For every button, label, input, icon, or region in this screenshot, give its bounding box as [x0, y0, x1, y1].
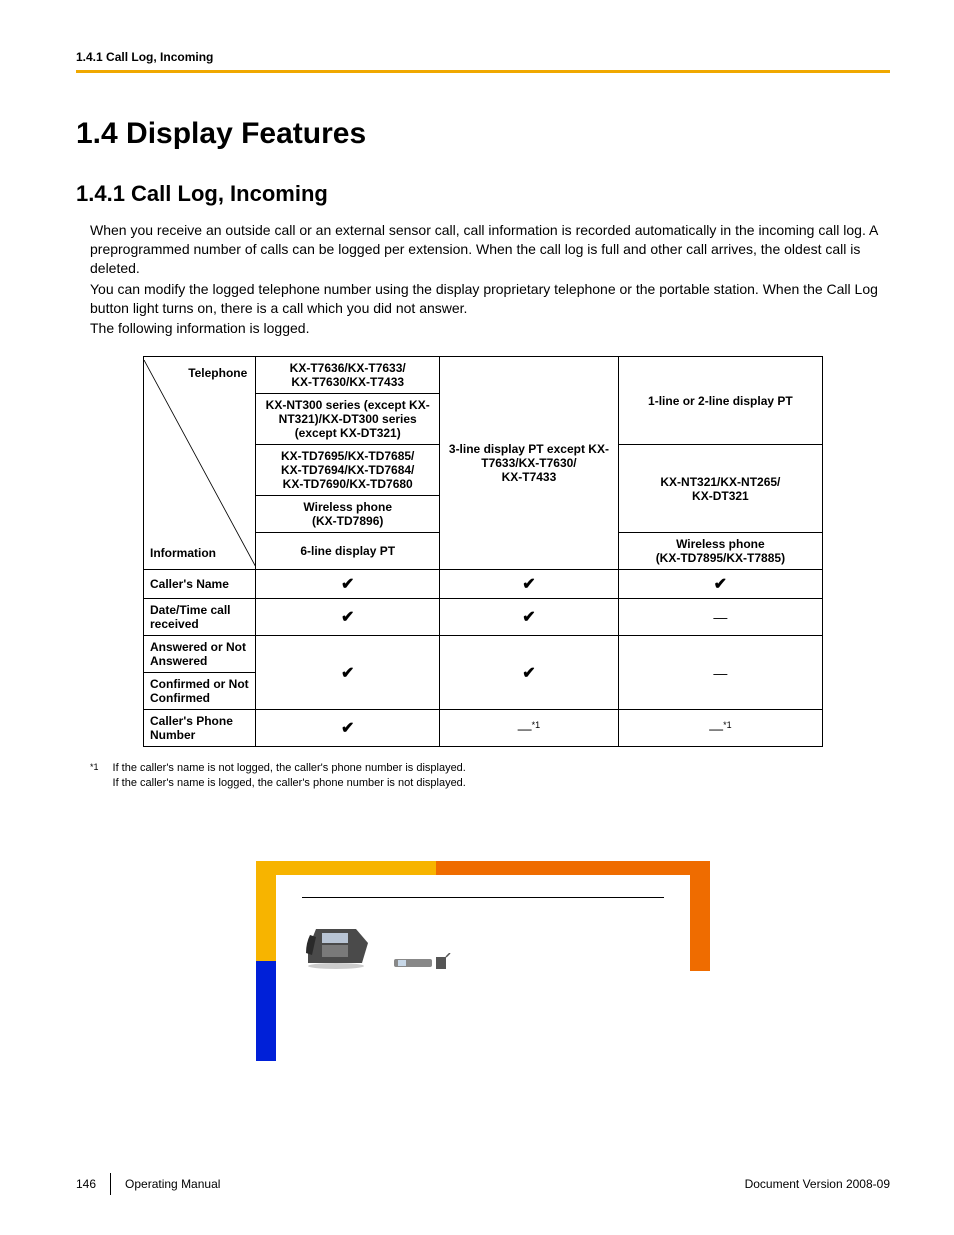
- diag-label-bottom: Information: [150, 546, 216, 560]
- table-row-label: Date/Time call received: [144, 599, 256, 636]
- table-row: Answered or Not Answered ✔ ✔ —: [144, 636, 823, 673]
- table-header-cell: KX-T7636/KX-T7633/ KX-T7630/KX-T7433: [256, 357, 440, 394]
- dash-star-icon: —*1: [618, 710, 822, 747]
- page-number: 146: [76, 1177, 96, 1191]
- subsection-title: 1.4.1 Call Log, Incoming: [76, 181, 890, 207]
- table-row: Caller's Phone Number ✔ —*1 —*1: [144, 710, 823, 747]
- check-icon: ✔: [256, 710, 440, 747]
- header-rule: [76, 70, 890, 73]
- table-row: Date/Time call received ✔ ✔ —: [144, 599, 823, 636]
- manual-title: Operating Manual: [125, 1177, 220, 1191]
- check-icon: ✔: [256, 636, 440, 710]
- page-footer: 146 Operating Manual Document Version 20…: [76, 1173, 890, 1195]
- footnote-line: If the caller's name is logged, the call…: [113, 777, 466, 789]
- document-version: Document Version 2008-09: [745, 1177, 890, 1191]
- table-row-label: Answered or Not Answered: [144, 636, 256, 673]
- table-header-cell: KX-NT321/KX-NT265/ KX-DT321: [618, 445, 822, 533]
- info-table: Telephone Information KX-T7636/KX-T7633/…: [143, 356, 823, 747]
- decor-bar: [256, 861, 436, 875]
- paragraph: The following information is logged.: [90, 319, 890, 338]
- section-title: 1.4 Display Features: [76, 117, 890, 151]
- diag-label-top: Telephone: [188, 366, 247, 380]
- footer-divider: [110, 1173, 111, 1195]
- table-row-label: Caller's Name: [144, 570, 256, 599]
- footnote-marker: *1: [90, 761, 99, 791]
- decor-bar: [436, 861, 710, 875]
- footnote-line: If the caller's name is not logged, the …: [113, 762, 466, 774]
- decor-bar: [256, 961, 276, 1061]
- diagonal-line-icon: [144, 360, 255, 566]
- body-text: When you receive an outside call or an e…: [90, 221, 890, 338]
- table-row-label: Confirmed or Not Confirmed: [144, 673, 256, 710]
- table-row: Caller's Name ✔ ✔ ✔: [144, 570, 823, 599]
- dash-icon: —: [618, 599, 822, 636]
- decor-rule: [302, 897, 664, 898]
- running-header: 1.4.1 Call Log, Incoming: [76, 50, 890, 64]
- table-header-cell: 3-line display PT except KX-T7633/KX-T76…: [440, 357, 619, 570]
- check-icon: ✔: [440, 599, 619, 636]
- check-icon: ✔: [256, 599, 440, 636]
- paragraph: When you receive an outside call or an e…: [90, 221, 890, 278]
- table-diagonal-header: Telephone Information: [144, 357, 256, 570]
- paragraph: You can modify the logged telephone numb…: [90, 280, 890, 318]
- table-header-cell: 1-line or 2-line display PT: [618, 357, 822, 445]
- table-header-cell: KX-NT300 series (except KX-NT321)/KX-DT3…: [256, 394, 440, 445]
- table-header-cell: 6-line display PT: [256, 533, 440, 570]
- table-row-label: Caller's Phone Number: [144, 710, 256, 747]
- table-header-cell: Wireless phone (KX-TD7895/KX-T7885): [618, 533, 822, 570]
- table-header-cell: KX-TD7695/KX-TD7685/ KX-TD7694/KX-TD7684…: [256, 445, 440, 496]
- check-icon: ✔: [440, 636, 619, 710]
- footnote: *1 If the caller's name is not logged, t…: [90, 761, 890, 791]
- dash-icon: —: [618, 636, 822, 710]
- check-icon: ✔: [618, 570, 822, 599]
- decor-bar: [256, 875, 276, 961]
- desk-phone-icon: [302, 923, 380, 971]
- check-icon: ✔: [440, 570, 619, 599]
- dash-star-icon: —*1: [440, 710, 619, 747]
- phone-illustration: [256, 861, 710, 1061]
- cordless-phone-icon: [392, 953, 452, 971]
- check-icon: ✔: [256, 570, 440, 599]
- table-header-cell: Wireless phone (KX-TD7896): [256, 496, 440, 533]
- decor-bar: [690, 875, 710, 971]
